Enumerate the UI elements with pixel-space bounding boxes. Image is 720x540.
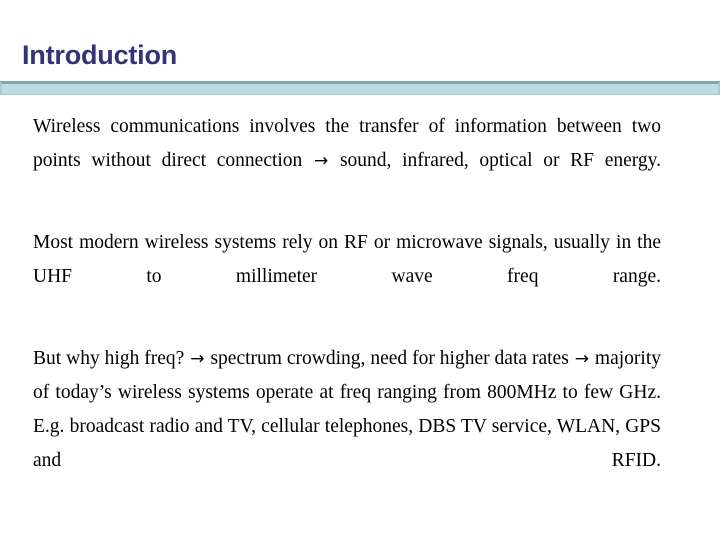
right-arrow-icon: → (190, 349, 205, 369)
body-paragraph-2: Most modern wireless systems rely on RF … (33, 232, 661, 287)
title-divider-bar (0, 81, 720, 95)
right-arrow-icon: → (314, 151, 329, 171)
right-arrow-icon: → (574, 349, 589, 369)
body-paragraph-3: But why high freq? → spectrum crowding, … (33, 348, 661, 471)
slide-body: Wireless communications involves the tra… (33, 110, 661, 512)
page-title: Introduction (22, 40, 178, 70)
body-paragraph-1: Wireless communications involves the tra… (33, 116, 661, 171)
presentation-slide: Introduction Wireless communications inv… (0, 0, 720, 540)
